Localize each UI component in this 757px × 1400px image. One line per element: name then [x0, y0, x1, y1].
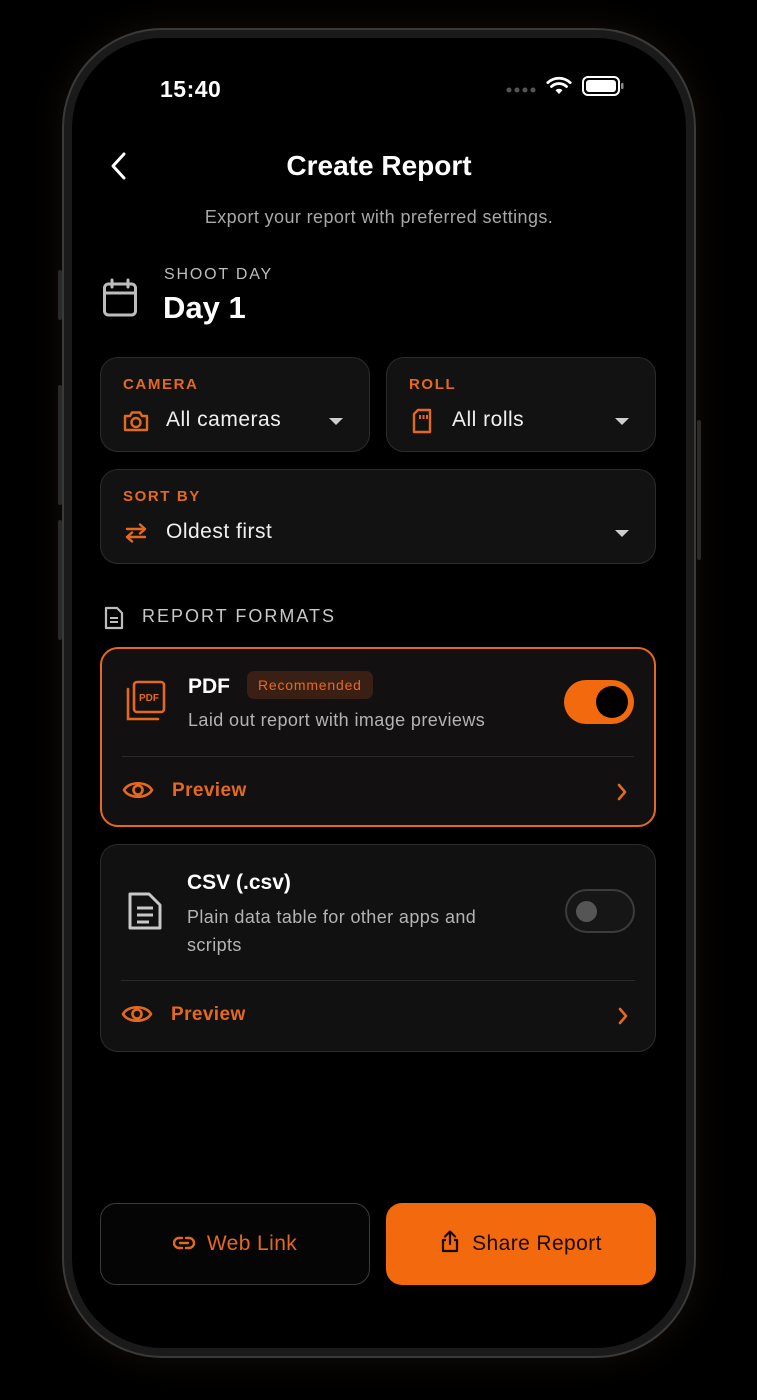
status-time: 15:40: [160, 76, 222, 102]
shoot-day-value: Day 1: [163, 290, 246, 325]
eye-icon: [121, 1002, 153, 1031]
cellular-signal-icon: [506, 80, 536, 98]
chevron-down-icon: [329, 418, 343, 425]
status-icons: [506, 76, 624, 101]
chevron-down-icon: [615, 530, 629, 537]
roll-select-label: ROLL: [409, 376, 457, 393]
web-link-button[interactable]: Web Link: [100, 1203, 370, 1285]
phone-power-button: [697, 420, 701, 560]
format-description: Laid out report with image previews: [188, 710, 486, 730]
chevron-down-icon: [615, 418, 629, 425]
phone-volume-down: [58, 520, 62, 640]
share-icon: [440, 1229, 460, 1259]
shoot-day-label: SHOOT DAY: [164, 266, 273, 283]
pdf-icon: PDF: [124, 679, 168, 723]
document-icon: [104, 606, 124, 635]
page-subtitle: Export your report with preferred settin…: [204, 207, 554, 227]
sort-select[interactable]: SORT BY Oldest first: [100, 469, 656, 564]
recommended-badge: Recommended: [247, 671, 373, 699]
sort-select-value: Oldest first: [166, 520, 273, 543]
svg-text:PDF: PDF: [139, 693, 159, 704]
battery-icon: [582, 76, 624, 101]
description-line: scripts: [187, 935, 242, 955]
sd-card-icon: [409, 408, 435, 434]
document-lines-icon: [123, 889, 167, 933]
roll-select-value: All rolls: [452, 408, 525, 431]
description-line: Plain data table for other apps and: [187, 907, 477, 927]
sort-select-label: SORT BY: [123, 488, 201, 505]
toggle-knob: [596, 686, 628, 718]
wifi-icon: [546, 76, 572, 101]
pdf-preview-row[interactable]: Preview: [102, 762, 654, 822]
format-card-pdf[interactable]: PDF PDF Recommended Laid out report with…: [100, 647, 656, 827]
preview-label: Preview: [171, 1004, 246, 1025]
divider: [122, 756, 634, 757]
csv-preview-row[interactable]: Preview: [101, 986, 655, 1046]
swap-arrows-icon: [123, 520, 149, 546]
camera-select[interactable]: CAMERA All cameras: [100, 357, 370, 452]
format-card-csv[interactable]: CSV (.csv) Plain data table for other ap…: [100, 844, 656, 1052]
format-description: Plain data table for other apps and scri…: [187, 903, 476, 959]
preview-label: Preview: [172, 780, 247, 801]
link-icon: [172, 1232, 195, 1256]
csv-toggle[interactable]: [565, 889, 635, 933]
camera-icon: [123, 408, 149, 434]
divider: [121, 980, 635, 981]
chevron-right-icon: [616, 782, 628, 807]
roll-select[interactable]: ROLL All rolls: [386, 357, 656, 452]
share-report-label: Share Report: [472, 1232, 602, 1255]
camera-select-value: All cameras: [166, 408, 282, 431]
share-report-button[interactable]: Share Report: [386, 1203, 656, 1285]
format-name: PDF: [188, 675, 230, 698]
camera-select-label: CAMERA: [123, 376, 199, 393]
calendar-icon: [102, 278, 138, 323]
report-formats-heading: REPORT FORMATS: [142, 606, 337, 626]
chevron-right-icon: [617, 1006, 629, 1031]
pdf-toggle[interactable]: [564, 680, 634, 724]
toggle-knob: [576, 901, 597, 922]
phone-side-button: [58, 270, 62, 320]
format-name: CSV (.csv): [187, 871, 291, 894]
web-link-label: Web Link: [206, 1232, 298, 1255]
app-screen: 15:40 Create Report Export your report w…: [72, 38, 686, 1348]
page-title: Create Report: [286, 150, 472, 181]
eye-icon: [122, 778, 154, 807]
phone-volume-up: [58, 385, 62, 505]
